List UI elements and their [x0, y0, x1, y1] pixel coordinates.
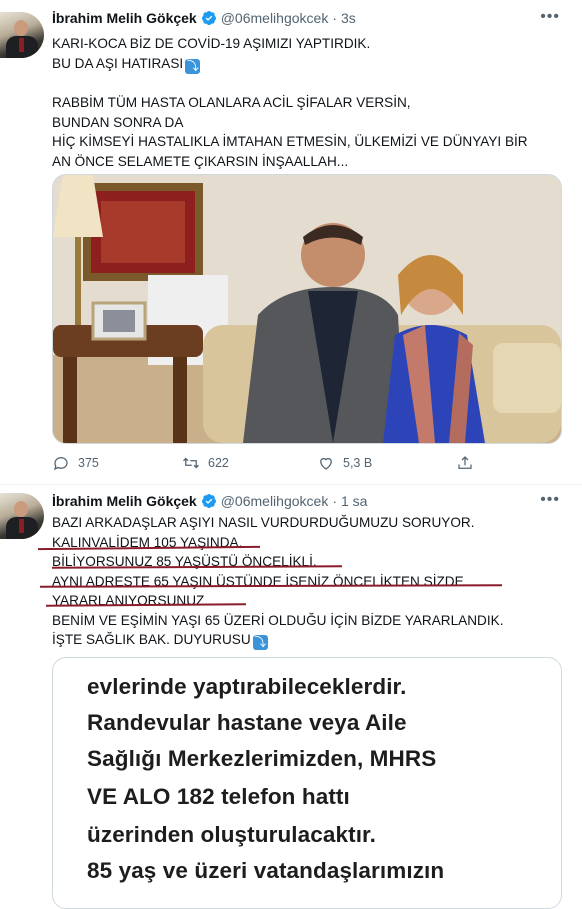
like-count: 5,3 B [343, 456, 373, 470]
share-button[interactable] [456, 454, 474, 472]
document-line: üzerinden oluşturulacaktır. [87, 822, 377, 847]
share-icon [458, 456, 472, 469]
tweet-text: BAZI ARKADAŞLAR AŞIYI NASIL VURDURDUĞUMU… [52, 515, 504, 650]
avatar[interactable] [0, 12, 44, 58]
arrow-down-emoji-icon: ⤵ [185, 58, 201, 74]
author-handle[interactable]: @06melihgokcek [221, 10, 329, 26]
author-handle[interactable]: @06melihgokcek [221, 493, 329, 509]
author-name[interactable]: İbrahim Melih Gökçek [52, 493, 197, 509]
cropped-text-fragment [87, 658, 93, 672]
document-line: VE ALO 182 telefon hattı [87, 784, 350, 809]
verified-badge-icon [201, 11, 216, 25]
tweet-timestamp[interactable]: 1 sa [341, 493, 367, 509]
verified-badge-icon [201, 494, 216, 508]
document-line: 85 yaş ve üzeri vatandaşlarımızın [87, 858, 445, 883]
retweet-button[interactable]: 622 [182, 454, 229, 472]
couple-photo-image [53, 175, 561, 443]
tweet-timestamp[interactable]: 3s [341, 10, 356, 26]
more-options-icon[interactable]: ••• [540, 8, 560, 26]
tweet-text: KARI-KOCA BİZ DE COVİD-19 AŞIMIZI YAPTIR… [52, 36, 528, 169]
heart-icon [320, 457, 332, 470]
retweet-icon [183, 457, 199, 469]
reply-count: 375 [78, 456, 99, 470]
tweet-header: İbrahim Melih Gökçek @06melihgokcek · 1 … [52, 493, 368, 509]
retweet-count: 622 [208, 456, 229, 470]
author-name[interactable]: İbrahim Melih Gökçek [52, 10, 197, 26]
document-line: Sağlığı Merkezlerimizden, MHRS [87, 746, 437, 771]
document-line: evlerinde yaptırabileceklerdir. [87, 674, 407, 699]
reply-icon [54, 457, 68, 471]
more-options-icon[interactable]: ••• [540, 491, 560, 509]
tweet-header: İbrahim Melih Gökçek @06melihgokcek · 3s [52, 10, 356, 26]
tweet-photo[interactable] [52, 174, 562, 444]
tweet-1[interactable]: İbrahim Melih Gökçek @06melihgokcek · 3s… [0, 0, 582, 480]
avatar[interactable] [0, 493, 44, 539]
tweet-actions: 375 622 5,3 B [52, 454, 482, 474]
like-button[interactable]: 5,3 B [317, 454, 372, 472]
document-line: Randevular hastane veya Aile [87, 710, 407, 735]
reply-button[interactable]: 375 [52, 454, 99, 472]
arrow-down-emoji-icon: ⤵ [252, 635, 268, 650]
announcement-image[interactable]: evlerinde yaptırabileceklerdir. Randevul… [52, 657, 562, 909]
